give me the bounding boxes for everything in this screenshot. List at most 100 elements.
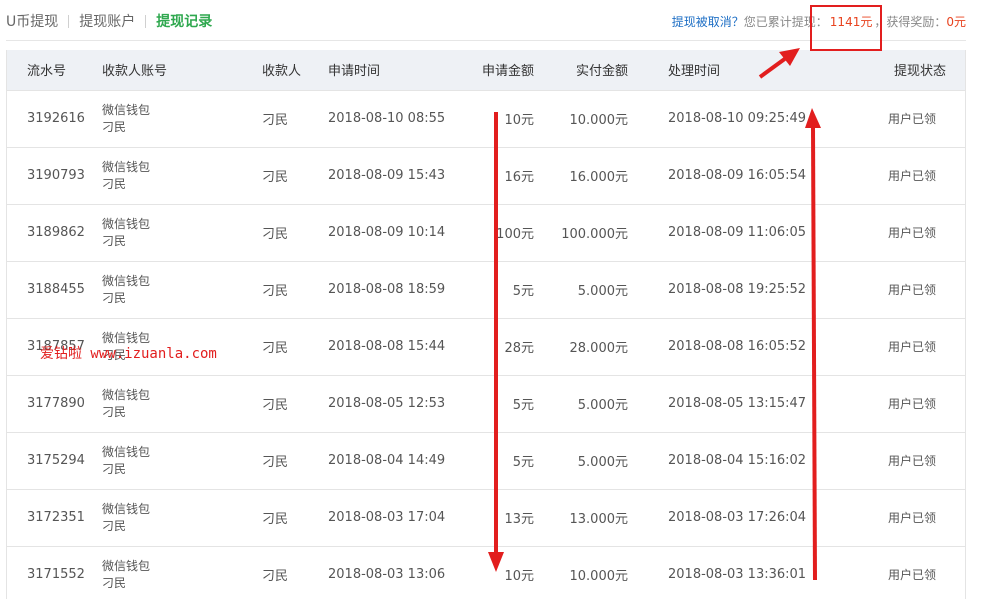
apply-time-cell: 2018-08-09 10:14 [328,225,446,240]
account-type: 微信钱包 [102,387,151,402]
apply-amount-cell: 16元 [504,170,534,185]
reward-amount: 0元 [946,14,966,29]
payee-cell: 刁民 [262,398,289,413]
table-row: 3177890 微信钱包刁民 刁民 2018-08-05 12:53 5元 5.000元 2… [6,375,966,432]
payee-cell: 刁民 [262,170,289,185]
account-type: 微信钱包 [102,159,151,174]
apply-amount-cell: 5元 [512,398,534,413]
status-cell: 用户已领 [887,112,936,126]
account-name: 刁民 [102,404,127,419]
paid-amount-cell: 5.000元 [577,284,628,299]
process-time-cell: 2018-08-03 17:26:04 [668,510,807,525]
header-divider [6,40,966,41]
account-type: 微信钱包 [102,273,151,288]
payee-account-cell: 微信钱包 刁民 [102,261,262,318]
payee-account-cell: 微信钱包 刁民 [102,90,262,147]
account-type: 微信钱包 [102,501,151,516]
payee-cell: 刁民 [262,569,289,585]
table-row: 3192616 微信钱包 刁民 刁民 2018-08-10 08:55 10元 10.000… [6,90,966,147]
apply-time-cell: 2018-08-04 14:49 [328,453,446,468]
tab-withdraw-records[interactable]: 提现记录 [146,11,222,31]
header-paid-amount: 实付金额 [550,50,640,90]
process-time-cell: 2018-08-04 15:16:02 [668,453,807,468]
tab-withdraw-account[interactable]: 提现账户 [69,11,145,31]
account-type: 微信钱包 [102,102,151,117]
header-payee: 收款人 [262,50,328,90]
status-cell: 用户已领 [887,226,936,240]
header-apply-time: 申请时间 [328,50,468,90]
apply-time-cell: 2018-08-05 12:53 [328,396,446,411]
payee-cell: 刁民 [262,227,289,242]
table-row: 3175294 微信钱包 刁民 刁民 2018-08-04 14:49 5元 5.000元 2… [6,432,966,489]
apply-time-cell: 2018-08-08 15:44 [328,339,446,354]
paid-amount-cell: 10.000元 [569,569,629,585]
header-serial-no: 流水号 [6,50,102,90]
apply-amount-cell: 5元 [512,455,534,470]
apply-time-cell: 2018-08-10 08:55 [328,111,446,126]
payee-cell: 刁民 [262,341,289,356]
paid-amount-cell: 10.000元 [569,113,629,128]
header-process-time: 处理时间 [640,50,816,90]
apply-time-cell: 2018-08-03 13:06 [328,567,446,583]
withdraw-summary: 提现被取消？ 您已累计提现： 1141元 ，获得奖励： 0元 [672,0,966,42]
site-watermark: 爱钻啦 www.izuanla.com [40,346,217,362]
account-type: 微信钱包 [102,216,151,231]
status-cell: 用户已领 [887,340,936,354]
process-time-cell: 2018-08-09 16:05:54 [668,168,807,183]
serial-no-cell: 3190793 [27,168,85,183]
table-row: 3172351 微信钱包 刁民 刁民 2018-08-03 17:04 13元 13.000… [6,489,966,546]
apply-time-cell: 2018-08-08 18:59 [328,282,446,297]
payee-cell: 刁民 [262,113,289,128]
process-time-cell: 2018-08-10 09:25:49 [668,111,807,126]
tab-bar: U币提现 提现账户 提现记录 [6,0,222,42]
status-cell: 用户已领 [887,454,936,468]
account-name: 刁民 [102,290,127,305]
reward-label: ，获得奖励： [874,14,947,29]
table-row: 3171552 微信钱包 刁民 刁民 2018-08-03 13:06 10元 10.000… [6,546,966,599]
account-type: 微信钱包 [102,444,151,459]
serial-no-cell: 3172351 [27,510,85,525]
payee-account-cell: 微信钱包 刁民 [102,489,262,546]
status-cell: 用户已领 [887,568,936,583]
account-name: 刁民 [102,518,127,533]
tab-ucoin-withdraw[interactable]: U币提现 [6,11,68,31]
serial-no-cell: 3171552 [27,567,85,583]
header-payee-account: 收款人账号 [102,50,262,90]
payee-account-cell: 微信钱包 刁民 [102,546,262,599]
status-cell: 用户已领 [887,283,936,297]
payee-cell: 刁民 [262,284,289,299]
payee-account-cell: 微信钱包 刁民 [102,432,262,489]
header-withdraw-status: 提现状态 [816,50,966,90]
cancelled-withdraw-link[interactable]: 提现被取消？ [672,13,744,30]
payee-account-cell: 微信钱包 刁民 [102,147,262,204]
payee-cell: 刁民 [262,512,289,527]
apply-time-cell: 2018-08-09 15:43 [328,168,446,183]
serial-no-cell: 3175294 [27,453,85,468]
total-withdraw-amount: 1141元 [829,14,873,29]
paid-amount-cell: 16.000元 [569,170,629,185]
table-row: 3189862 微信钱包 刁民 刁民 2018-08-09 10:14 100元 100.0… [6,204,966,261]
account-name: 刁民 [102,461,127,476]
serial-no-cell: 3189862 [27,225,85,240]
account-type: 微信钱包 [102,558,151,573]
account-name: 刁民 [102,119,127,134]
apply-amount-cell: 10元 [504,569,534,585]
process-time-cell: 2018-08-09 11:06:05 [668,225,807,240]
header-apply-amount: 申请金额 [468,50,550,90]
paid-amount-cell: 5.000元 [577,398,628,413]
apply-amount-cell: 10元 [504,113,534,128]
paid-amount-cell: 100.000元 [561,227,628,242]
process-time-cell: 2018-08-03 13:36:01 [668,567,807,583]
paid-amount-cell: 13.000元 [569,512,629,527]
payee-account-cell: 微信钱包 刁民 [102,204,262,261]
serial-no-cell: 3177890 [27,396,85,411]
apply-amount-cell: 100元 [496,227,534,242]
apply-amount-cell: 13元 [504,512,534,527]
apply-amount-cell: 5元 [512,284,534,299]
status-cell: 用户已领 [887,511,936,525]
account-name: 刁民 [102,233,127,248]
apply-time-cell: 2018-08-03 17:04 [328,510,446,525]
process-time-cell: 2018-08-05 13:15:47 [668,396,807,411]
apply-amount-cell: 28元 [504,341,534,356]
process-time-cell: 2018-08-08 19:25:52 [668,282,807,297]
